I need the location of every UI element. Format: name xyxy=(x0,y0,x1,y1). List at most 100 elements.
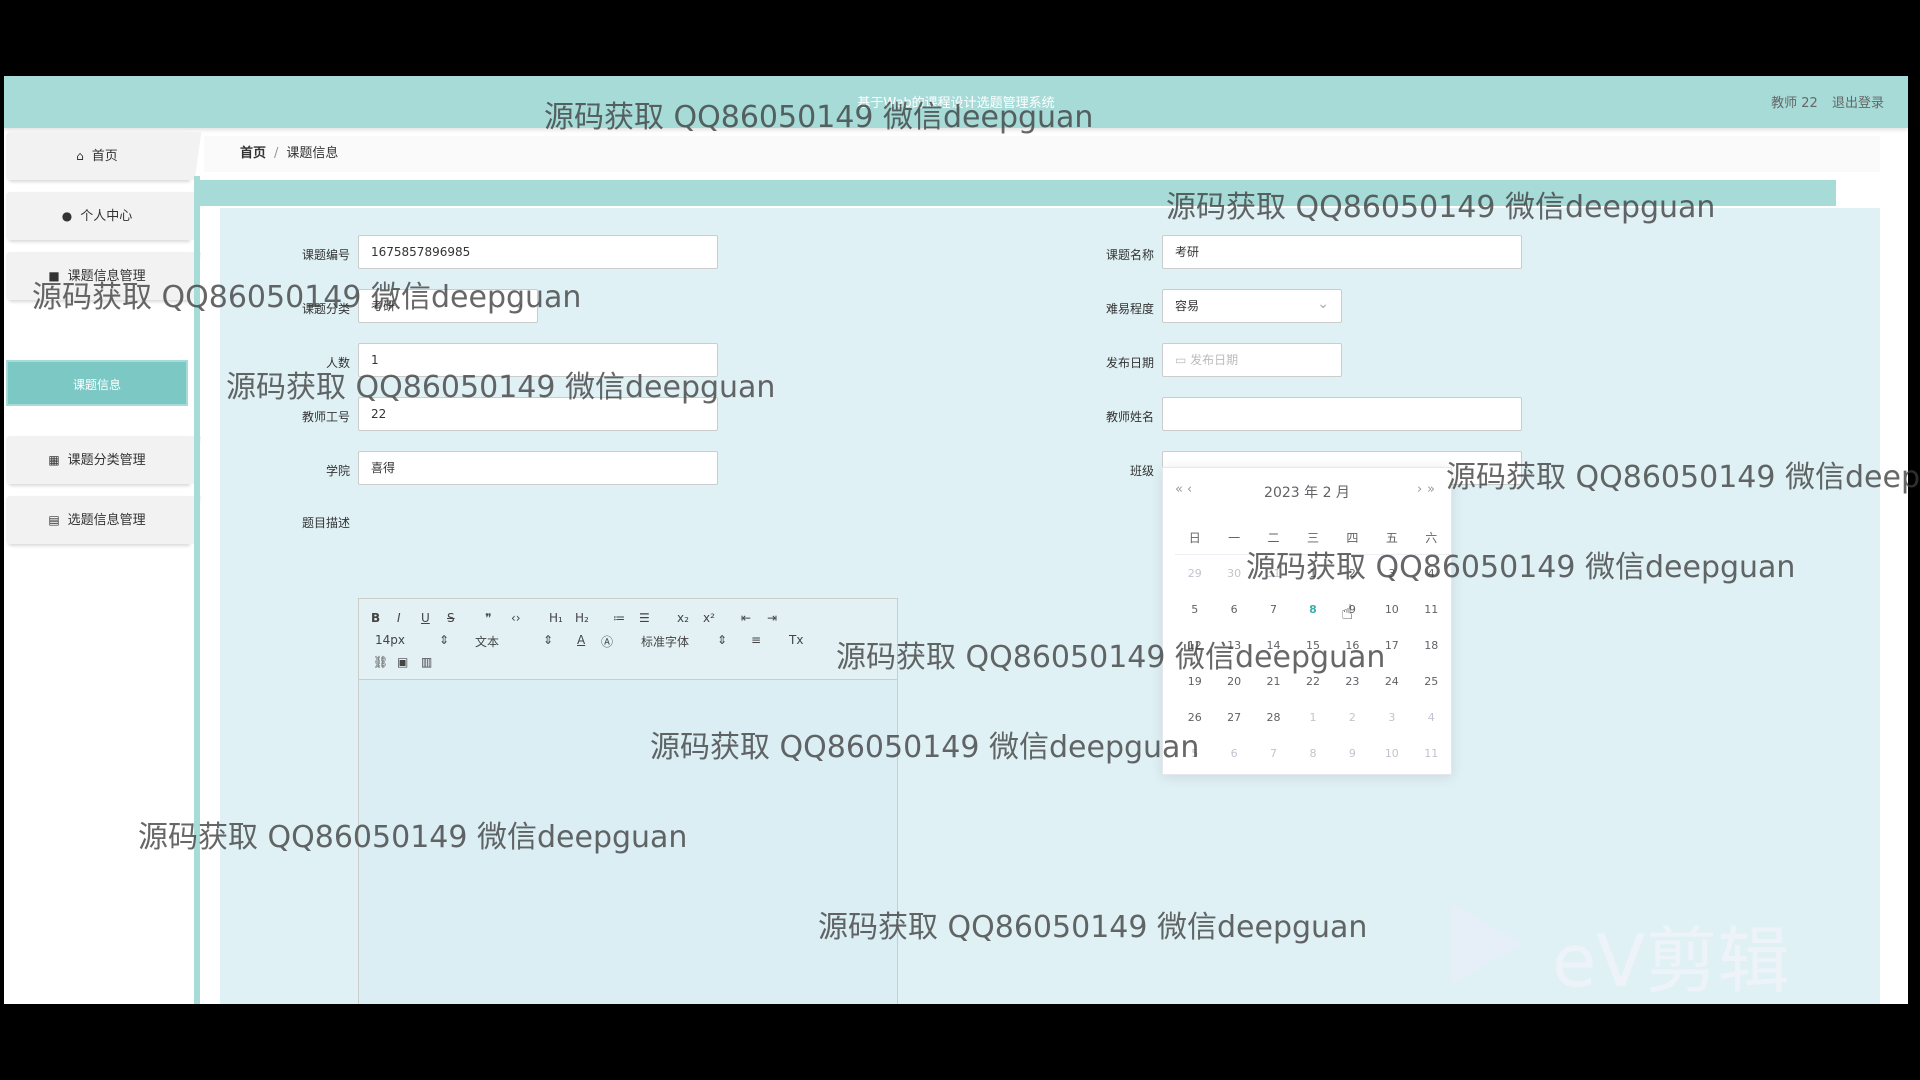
h2-icon[interactable]: H₂ xyxy=(575,611,589,625)
day-cell[interactable]: 2 xyxy=(1333,699,1372,735)
day-cell[interactable]: 2 xyxy=(1333,555,1372,592)
breadcrumb-home[interactable]: 首页 xyxy=(240,146,266,161)
day-cell[interactable]: 3 xyxy=(1372,699,1411,735)
sidebar-item-profile[interactable]: ● 个人中心 xyxy=(6,192,202,240)
day-cell[interactable]: 9 xyxy=(1333,735,1372,771)
day-cell[interactable]: 26 xyxy=(1175,699,1214,735)
teacher-no-input[interactable]: 22 xyxy=(358,397,718,431)
font-family-arrow-icon: ⇕ xyxy=(717,633,728,647)
day-cell[interactable]: 4 xyxy=(1412,555,1451,592)
day-cell[interactable]: 14 xyxy=(1254,627,1293,663)
day-cell[interactable]: 13 xyxy=(1214,627,1253,663)
week-row: 29 30 31 1 2 3 4 xyxy=(1175,555,1451,592)
weekday-row: 日 一 二 三 四 五 六 xyxy=(1175,520,1451,555)
sidebar-item-selection-manage[interactable]: ▤ 选题信息管理 xyxy=(6,496,202,544)
video-icon[interactable]: ▥ xyxy=(421,655,432,669)
next-year-icon[interactable]: » xyxy=(1427,482,1435,497)
image-icon[interactable]: ▣ xyxy=(397,655,408,669)
topic-no-input[interactable]: 1675857896985 xyxy=(358,235,718,269)
category-value: 考研 xyxy=(371,299,396,313)
day-cell[interactable]: 7 xyxy=(1254,591,1293,627)
editor-toolbar: B I U S ❞ ‹› H₁ H₂ ≔ ☰ x₂ x² ⇤ ⇥ 14px ⇕ … xyxy=(359,599,897,680)
teacher-name-input[interactable] xyxy=(1162,397,1522,431)
day-cell[interactable]: 8 xyxy=(1293,735,1332,771)
font-size-select[interactable]: 14px xyxy=(375,633,405,647)
topic-name-input[interactable]: 考研 xyxy=(1162,235,1522,269)
day-cell[interactable]: 24 xyxy=(1372,663,1411,699)
bullet-list-icon[interactable]: ☰ xyxy=(639,611,650,625)
sidebar-item-home[interactable]: ⌂ 首页 xyxy=(6,132,202,180)
day-cell[interactable]: 30 xyxy=(1214,555,1253,592)
difficulty-label: 难易程度 xyxy=(1105,302,1154,316)
day-cell[interactable]: 23 xyxy=(1333,663,1372,699)
sidebar-item-label: 首页 xyxy=(91,149,118,164)
day-cell[interactable]: 10 xyxy=(1372,735,1411,771)
day-cell[interactable]: 1 xyxy=(1293,555,1332,592)
day-cell[interactable]: 19 xyxy=(1175,663,1214,699)
day-cell[interactable]: 22 xyxy=(1293,663,1332,699)
day-cell[interactable]: 4 xyxy=(1412,699,1451,735)
topic-no-label: 课题编号 xyxy=(301,248,350,262)
code-icon[interactable]: ‹› xyxy=(511,611,521,625)
font-family-select[interactable]: 标准字体 xyxy=(641,633,689,650)
day-cell[interactable]: 29 xyxy=(1175,555,1214,592)
sidebar-subitem-topic-info[interactable]: 课题信息 xyxy=(6,360,188,406)
day-cell[interactable]: 6 xyxy=(1214,591,1253,627)
italic-icon[interactable]: I xyxy=(397,611,401,625)
day-cell[interactable]: 31 xyxy=(1254,555,1293,592)
college-input[interactable]: 喜得 xyxy=(358,451,718,485)
outdent-icon[interactable]: ⇤ xyxy=(741,611,751,625)
day-cell[interactable]: 18 xyxy=(1412,627,1451,663)
category-select[interactable]: 考研 xyxy=(358,288,538,323)
mouse-cursor-icon: ☝ xyxy=(1341,600,1354,624)
font-color-icon[interactable]: A xyxy=(577,633,585,647)
align-icon[interactable]: ≡ xyxy=(751,633,761,647)
day-cell[interactable]: 11 xyxy=(1412,591,1451,627)
superscript-icon[interactable]: x² xyxy=(703,611,715,625)
day-cell[interactable]: 11 xyxy=(1412,735,1451,771)
day-cell[interactable]: 1 xyxy=(1293,699,1332,735)
day-cell[interactable]: 16 xyxy=(1333,627,1372,663)
day-cell[interactable]: 17 xyxy=(1372,627,1411,663)
bold-icon[interactable]: B xyxy=(371,611,380,625)
header-select[interactable]: 文本 xyxy=(475,633,499,650)
subscript-icon[interactable]: x₂ xyxy=(677,611,689,625)
day-cell[interactable]: 28 xyxy=(1254,699,1293,735)
day-cell[interactable]: 7 xyxy=(1254,735,1293,771)
day-cell[interactable]: 6 xyxy=(1214,735,1253,771)
day-cell[interactable]: 25 xyxy=(1412,663,1451,699)
link-icon[interactable]: ⛓ xyxy=(373,655,388,669)
count-label: 人数 xyxy=(325,356,350,370)
sidebar-item-category-manage[interactable]: ▦ 课题分类管理 xyxy=(6,436,202,484)
h1-icon[interactable]: H₁ xyxy=(549,611,563,625)
day-cell[interactable]: 12 xyxy=(1175,627,1214,663)
date-picker-popup: « ‹ 2023 年 2 月 › » 日 一 二 三 四 五 六 29 30 3… xyxy=(1162,467,1452,775)
sidebar-item-topic-manage[interactable]: ■ 课题信息管理 xyxy=(6,252,202,300)
clear-format-icon[interactable]: Tx xyxy=(789,633,803,647)
next-month-icon[interactable]: › xyxy=(1417,482,1422,497)
difficulty-select[interactable]: 容易 xyxy=(1162,288,1342,323)
day-cell[interactable]: 20 xyxy=(1214,663,1253,699)
indent-icon[interactable]: ⇥ xyxy=(767,611,777,625)
publish-date-input[interactable]: ▭ 发布日期 xyxy=(1162,343,1342,377)
day-cell[interactable]: 5 xyxy=(1175,735,1214,771)
underline-icon[interactable]: U xyxy=(421,611,430,625)
category-label: 课题分类 xyxy=(301,302,350,316)
description-editor[interactable]: B I U S ❞ ‹› H₁ H₂ ≔ ☰ x₂ x² ⇤ ⇥ 14px ⇕ … xyxy=(358,598,898,1004)
calendar-icon: ▭ xyxy=(1175,353,1191,367)
ordered-list-icon[interactable]: ≔ xyxy=(613,611,625,625)
strike-icon[interactable]: S xyxy=(447,611,455,625)
background-color-icon[interactable]: Ⓐ xyxy=(601,633,613,650)
count-input[interactable]: 1 xyxy=(358,343,718,377)
day-cell[interactable]: 15 xyxy=(1293,627,1332,663)
day-cell[interactable]: 21 xyxy=(1254,663,1293,699)
day-cell[interactable]: 3 xyxy=(1372,555,1411,592)
app-title: 基于Web的课程设计选题管理系统 xyxy=(857,96,1055,111)
teacher-no-label: 教师工号 xyxy=(301,410,350,424)
quote-icon[interactable]: ❞ xyxy=(485,611,491,625)
day-cell[interactable]: 5 xyxy=(1175,591,1214,627)
logout-link[interactable]: 退出登录 xyxy=(1832,96,1884,111)
day-cell[interactable]: 27 xyxy=(1214,699,1253,735)
day-cell-today[interactable]: 8 xyxy=(1293,591,1332,627)
day-cell[interactable]: 10 xyxy=(1372,591,1411,627)
